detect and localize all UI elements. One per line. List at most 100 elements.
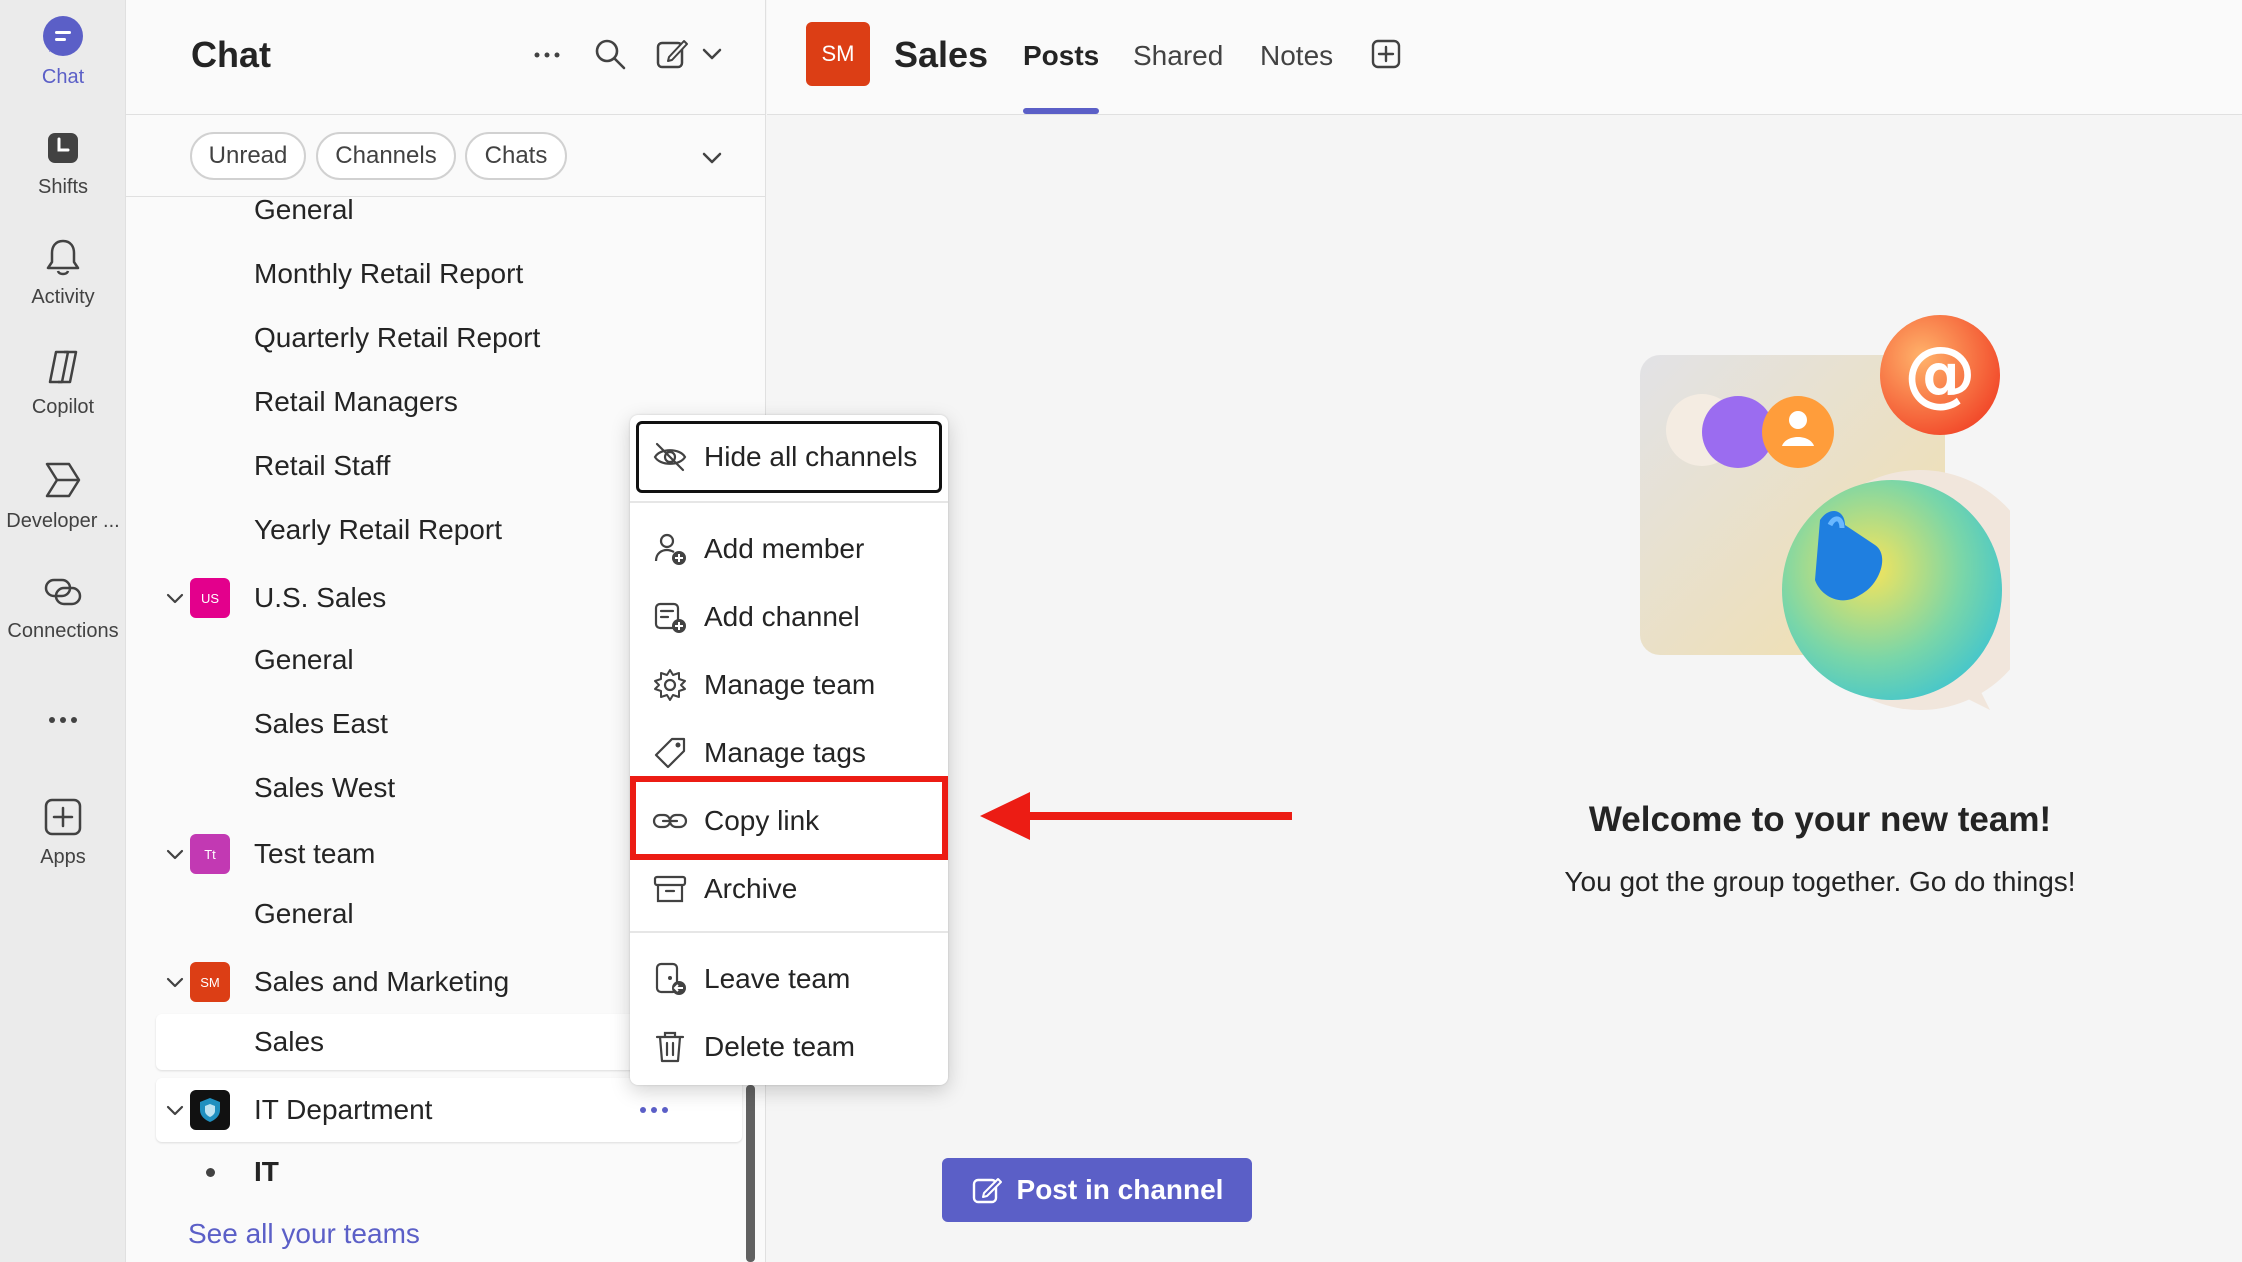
welcome-illustration: @ xyxy=(1640,315,2010,710)
more-icon xyxy=(49,717,77,723)
chevron-down-icon[interactable] xyxy=(700,42,724,66)
connections-icon xyxy=(44,578,82,606)
team-us-sales[interactable]: U.S. Sales xyxy=(254,582,386,614)
tag-icon xyxy=(654,737,686,769)
rail-shifts[interactable]: Shifts xyxy=(0,128,126,199)
team-avatar-tt: Tt xyxy=(190,834,230,874)
bell-icon xyxy=(46,239,80,276)
menu-delete-team[interactable]: Delete team xyxy=(630,1017,948,1077)
menu-delete-team-label: Delete team xyxy=(704,1031,855,1062)
channel-quarterly-retail-report[interactable]: Quarterly Retail Report xyxy=(254,322,540,354)
rail-developer-label: Developer ... xyxy=(6,510,120,532)
rail-developer[interactable]: Developer ... xyxy=(0,458,126,533)
filter-chats[interactable]: Chats xyxy=(465,132,567,180)
welcome-subtitle: You got the group together. Go do things… xyxy=(1564,866,2076,897)
channel-retail-staff[interactable]: Retail Staff xyxy=(254,450,390,482)
team-more-options-icon[interactable] xyxy=(636,1098,672,1122)
channel-general[interactable]: General xyxy=(254,194,354,226)
add-tab-icon[interactable] xyxy=(1370,38,1402,70)
divider xyxy=(126,114,765,115)
menu-manage-tags-label: Manage tags xyxy=(704,737,866,768)
add-person-icon xyxy=(654,533,686,565)
rail-apps-label: Apps xyxy=(40,846,86,868)
rail-shifts-label: Shifts xyxy=(37,176,89,198)
channel-sales[interactable]: Sales xyxy=(254,1026,324,1058)
channel-title: Sales xyxy=(894,34,989,75)
channel-sales-east[interactable]: Sales East xyxy=(254,708,388,740)
rail-chat[interactable]: Chat xyxy=(0,14,126,89)
keyboard-focus-outline xyxy=(636,421,942,493)
rail-chat-label: Chat xyxy=(41,66,85,88)
menu-archive[interactable]: Archive xyxy=(630,859,948,919)
unread-dot xyxy=(206,1168,215,1177)
team-avatar: SM xyxy=(806,22,870,86)
archive-icon xyxy=(653,875,687,903)
developer-icon xyxy=(45,462,81,498)
filter-channels[interactable]: Channels xyxy=(316,132,456,180)
menu-add-member-label: Add member xyxy=(704,533,865,564)
shifts-icon xyxy=(48,133,78,163)
filter-unread[interactable]: Unread xyxy=(190,132,306,180)
team-expand-chevron-icon[interactable] xyxy=(164,1100,186,1122)
leave-icon xyxy=(655,962,686,995)
rail-more[interactable] xyxy=(0,700,126,740)
search-icon[interactable] xyxy=(592,36,628,72)
menu-divider xyxy=(630,931,948,933)
menu-manage-team[interactable]: Manage team xyxy=(630,655,948,715)
rail-copilot[interactable]: Copilot xyxy=(0,346,126,419)
menu-leave-team-label: Leave team xyxy=(704,963,851,994)
channel-yearly-retail-report[interactable]: Yearly Retail Report xyxy=(254,514,502,546)
menu-leave-team[interactable]: Leave team xyxy=(630,949,948,1009)
team-expand-chevron-icon[interactable] xyxy=(164,972,186,994)
channel-monthly-retail-report[interactable]: Monthly Retail Report xyxy=(254,258,523,290)
trash-icon xyxy=(655,1031,685,1063)
tab-shared[interactable]: Shared xyxy=(1133,40,1223,72)
team-context-menu: Hide all channels Add member Add channel… xyxy=(630,415,948,1085)
rail-copilot-label: Copilot xyxy=(31,396,95,418)
tab-notes[interactable]: Notes xyxy=(1260,40,1333,72)
rail-apps[interactable]: Apps xyxy=(0,796,126,869)
team-avatar-us: US xyxy=(190,578,230,618)
active-tab-indicator xyxy=(1023,108,1099,114)
team-expand-chevron-icon[interactable] xyxy=(164,844,186,866)
menu-add-channel-label: Add channel xyxy=(704,601,860,632)
menu-manage-team-label: Manage team xyxy=(704,669,876,700)
rail-activity-label: Activity xyxy=(31,286,95,308)
highlight-box xyxy=(630,776,948,860)
channel-sales-west[interactable]: Sales West xyxy=(254,772,395,804)
more-options-icon[interactable] xyxy=(530,38,564,72)
menu-manage-tags[interactable]: Manage tags xyxy=(630,723,948,783)
welcome-title: Welcome to your new team! xyxy=(1588,800,2052,839)
menu-add-member[interactable]: Add member xyxy=(630,519,948,579)
scrollbar[interactable] xyxy=(746,1085,755,1262)
menu-archive-label: Archive xyxy=(704,873,798,904)
team-sales-and-marketing[interactable]: Sales and Marketing xyxy=(254,966,509,998)
see-all-teams-link[interactable]: See all your teams xyxy=(188,1218,420,1250)
compose-icon xyxy=(972,1178,1002,1204)
tab-posts[interactable]: Posts xyxy=(1023,40,1099,72)
menu-divider xyxy=(630,501,948,503)
team-it-department[interactable]: IT Department xyxy=(254,1094,432,1126)
divider xyxy=(126,196,765,197)
post-in-channel-button[interactable]: Post in channel xyxy=(942,1158,1252,1222)
rail-connections-label: Connections xyxy=(7,620,119,642)
new-chat-icon[interactable] xyxy=(654,36,690,72)
apps-icon xyxy=(44,798,82,836)
app-rail: Chat Shifts Activity Copilot Developer .… xyxy=(0,0,126,1262)
rail-connections[interactable]: Connections xyxy=(0,570,126,643)
channel-general[interactable]: General xyxy=(254,898,354,930)
channel-it[interactable]: IT xyxy=(254,1156,279,1188)
chat-icon xyxy=(43,16,83,56)
annotation-arrow-icon xyxy=(980,792,1292,840)
pane-title: Chat xyxy=(191,34,271,75)
channel-retail-managers[interactable]: Retail Managers xyxy=(254,386,458,418)
filter-chevron-down-icon[interactable] xyxy=(700,146,724,170)
rail-activity[interactable]: Activity xyxy=(0,236,126,309)
channel-general[interactable]: General xyxy=(254,644,354,676)
gear-icon xyxy=(654,669,686,701)
channel-header xyxy=(767,0,2242,115)
menu-add-channel[interactable]: Add channel xyxy=(630,587,948,647)
team-test-team[interactable]: Test team xyxy=(254,838,375,870)
add-channel-icon xyxy=(654,602,686,633)
team-expand-chevron-icon[interactable] xyxy=(164,588,186,610)
